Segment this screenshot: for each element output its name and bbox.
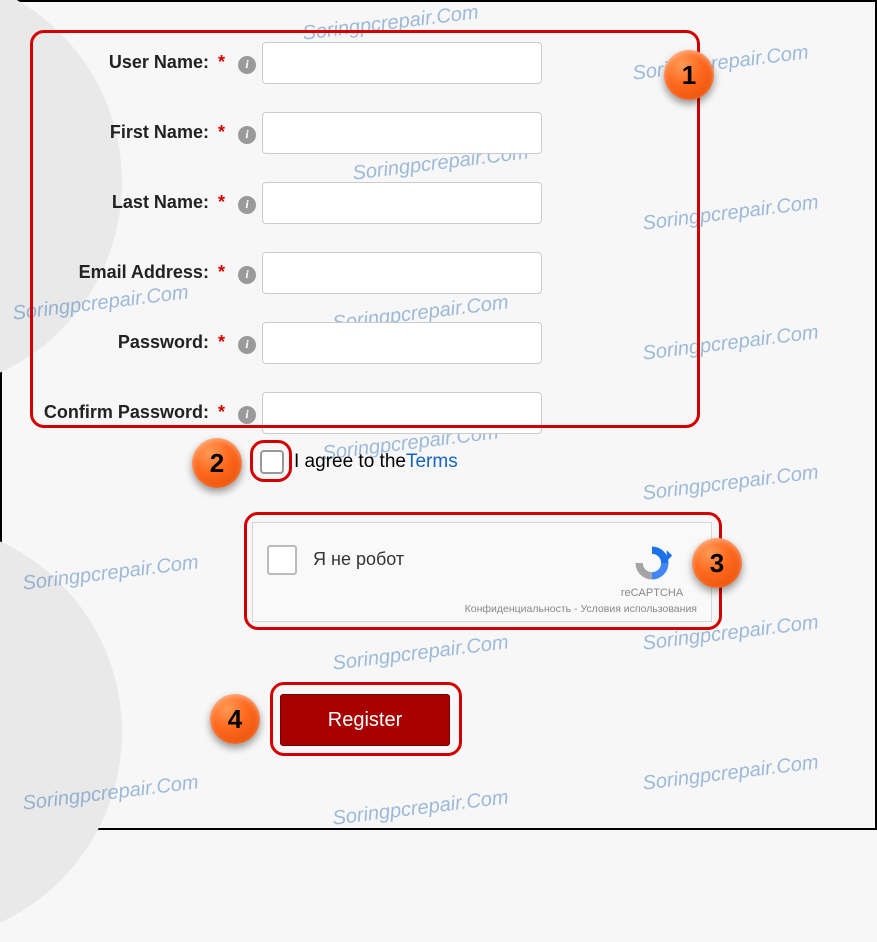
watermark: Soringpcrepair.Com [301,1,480,45]
row-confirm-password: Confirm Password: * i [2,392,702,434]
recaptcha-widget: Я не робот reCAPTCHA Конфиденциальность … [252,522,712,622]
watermark: Soringpcrepair.Com [641,461,820,505]
required-mark: * [218,122,225,142]
annotation-badge-4: 4 [210,694,260,744]
required-mark: * [218,192,225,212]
label-user-name: User Name: * i [2,52,262,74]
row-last-name: Last Name: * i [2,182,702,224]
info-icon[interactable]: i [238,126,256,144]
label-text: First Name: [110,122,209,142]
label-last-name: Last Name: * i [2,192,262,214]
row-email: Email Address: * i [2,252,702,294]
registration-form: User Name: * i First Name: * i Last Name… [2,42,702,462]
register-button[interactable]: Register [280,694,450,746]
recaptcha-icon [630,541,674,585]
label-email: Email Address: * i [2,262,262,284]
terms-checkbox[interactable] [260,450,284,474]
recaptcha-brand: reCAPTCHA [621,587,683,599]
password-input[interactable] [262,322,542,364]
terms-area: I agree to the Terms [260,450,458,474]
required-mark: * [218,52,225,72]
watermark: Soringpcrepair.Com [641,751,820,795]
label-text: Password: [118,332,209,352]
recaptcha-checkbox[interactable] [267,545,297,575]
row-password: Password: * i [2,322,702,364]
label-text: Confirm Password: [44,402,209,422]
last-name-input[interactable] [262,182,542,224]
email-input[interactable] [262,252,542,294]
info-icon[interactable]: i [238,336,256,354]
recaptcha-branding: reCAPTCHA [607,541,697,599]
first-name-input[interactable] [262,112,542,154]
label-password: Password: * i [2,332,262,354]
info-icon[interactable]: i [238,56,256,74]
confirm-password-input[interactable] [262,392,542,434]
label-text: Email Address: [79,262,209,282]
required-mark: * [218,262,225,282]
bg-shape [0,522,122,942]
recaptcha-footer: Конфиденциальность - Условия использован… [465,603,697,615]
label-first-name: First Name: * i [2,122,262,144]
required-mark: * [218,332,225,352]
row-first-name: First Name: * i [2,112,702,154]
label-confirm-password: Confirm Password: * i [2,402,262,424]
label-text: Last Name: [112,192,209,212]
required-mark: * [218,402,225,422]
watermark: Soringpcrepair.Com [331,631,510,675]
label-text: User Name: [109,52,209,72]
user-name-input[interactable] [262,42,542,84]
info-icon[interactable]: i [238,196,256,214]
info-icon[interactable]: i [238,406,256,424]
terms-text: I agree to the [294,451,406,473]
terms-link[interactable]: Terms [406,451,458,473]
watermark: Soringpcrepair.Com [331,786,510,830]
info-icon[interactable]: i [238,266,256,284]
row-user-name: User Name: * i [2,42,702,84]
recaptcha-label: Я не робот [313,541,607,570]
